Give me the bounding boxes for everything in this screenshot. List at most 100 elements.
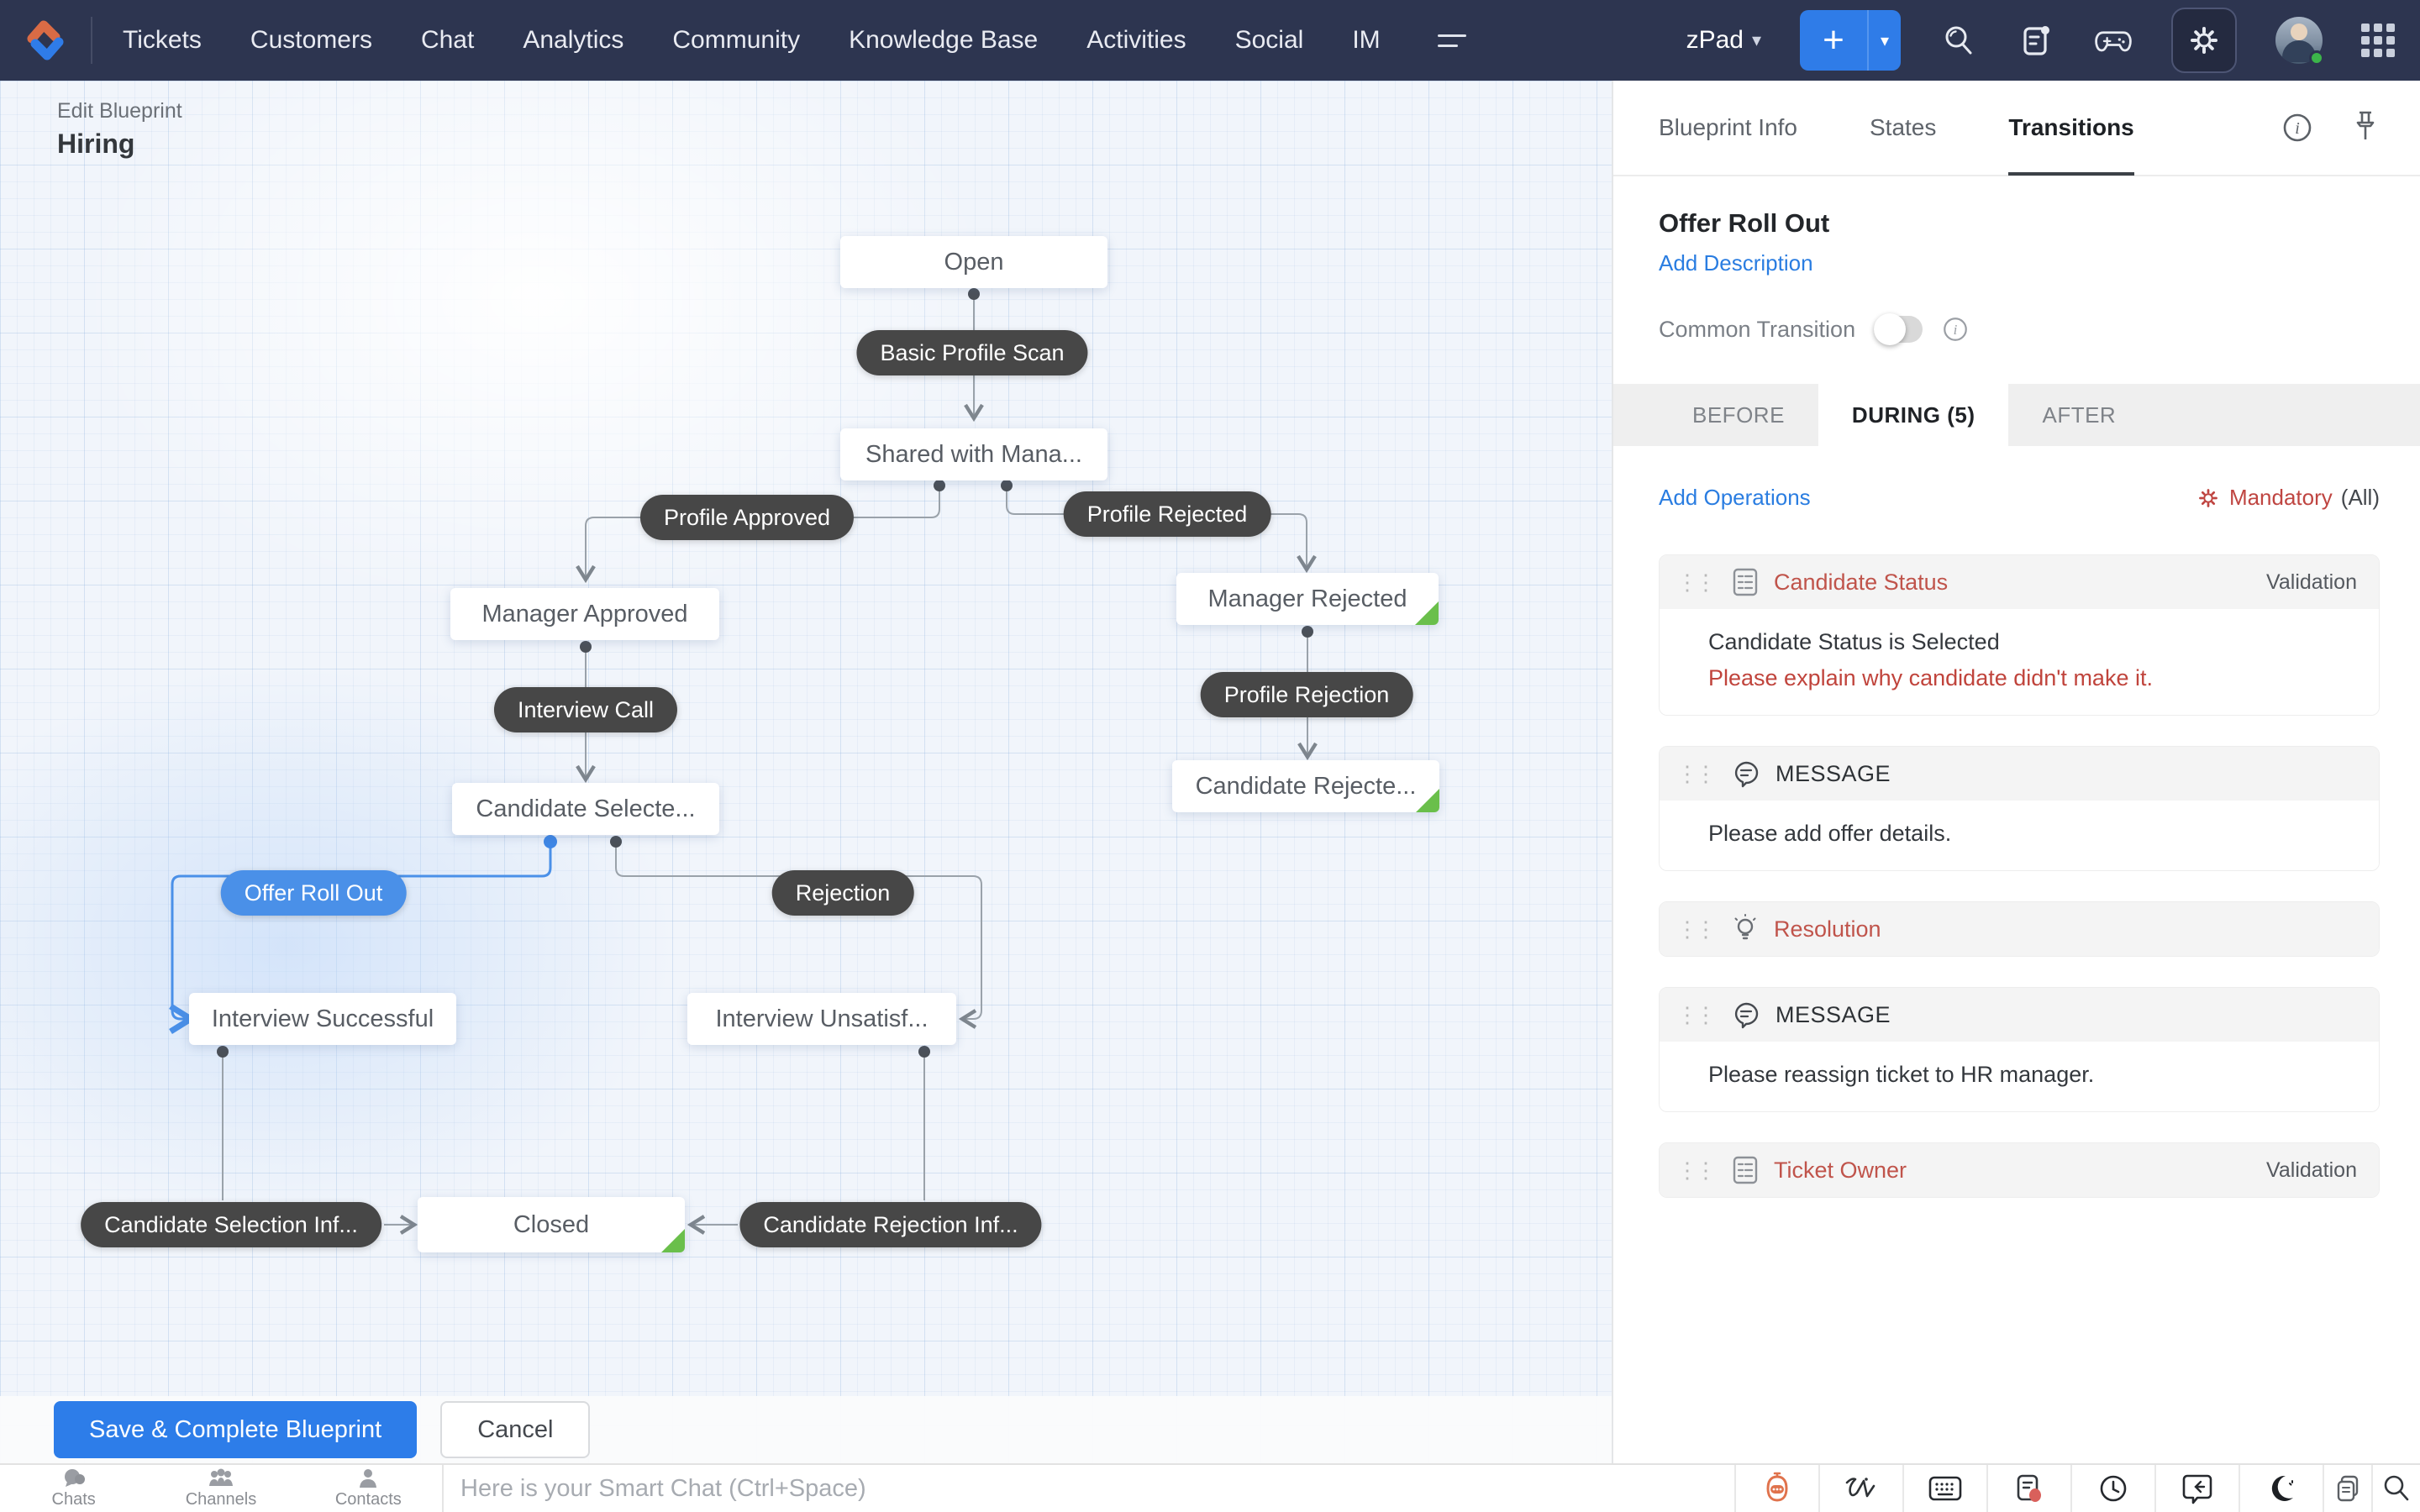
transition-offer-roll-out-selected[interactable]: Offer Roll Out [220,870,407,916]
operation-condition: Candidate Status is Selected [1708,629,2000,654]
nav-right-cluster: zPad ▾ + ▾ [1686,8,2420,73]
common-transition-label: Common Transition [1659,316,1856,342]
nav-item-tickets[interactable]: Tickets [123,26,202,55]
bottom-search-button[interactable] [2371,1465,2420,1512]
more-menu-icon[interactable] [1437,34,1466,47]
operation-card-message-1[interactable]: ⋮⋮ MESSAGE Please add offer details. [1659,746,2380,871]
copy-docs-button[interactable] [2323,1465,2371,1512]
common-transition-toggle[interactable] [1874,313,1923,345]
state-node-interview-unsatisfactory[interactable]: Interview Unsatisf... [687,993,956,1045]
transition-profile-rejection[interactable]: Profile Rejection [1200,672,1413,717]
state-label: Open [944,248,1004,276]
state-label: Manager Approved [481,600,688,627]
common-transition-row: Common Transition i [1659,313,2380,345]
recent-activity-button[interactable] [2070,1465,2154,1512]
svg-text:i: i [1954,322,1958,338]
operation-title[interactable]: Ticket Owner [1774,1158,1907,1184]
nav-item-analytics[interactable]: Analytics [523,26,623,55]
user-avatar[interactable] [2275,17,2324,66]
state-node-interview-successful[interactable]: Interview Successful [189,993,456,1045]
night-mode-button[interactable] [2238,1465,2323,1512]
tab-before[interactable]: BEFORE [1659,384,1818,446]
chat-back-icon [2182,1474,2212,1504]
transition-profile-rejected[interactable]: Profile Rejected [1063,491,1271,537]
state-node-open[interactable]: Open [840,236,1107,288]
plus-icon[interactable]: + [1800,10,1867,71]
info-icon[interactable]: i [1941,315,1970,344]
state-node-candidate-rejected[interactable]: Candidate Rejecte... [1172,760,1439,812]
nav-divider [91,17,92,64]
chats-button[interactable]: Chats [0,1465,147,1512]
contacts-button[interactable]: Contacts [295,1465,442,1512]
contacts-icon [360,1469,377,1488]
drag-handle-icon[interactable]: ⋮⋮ [1676,1004,1717,1026]
mandatory-gear-icon [2199,488,2217,507]
smart-chat-input[interactable]: Here is your Smart Chat (Ctrl+Space) [444,1465,1734,1512]
workspace-label: zPad [1686,26,1744,54]
drag-handle-icon[interactable]: ⋮⋮ [1676,763,1717,785]
state-node-shared-with-manager[interactable]: Shared with Mana... [840,428,1107,480]
transition-profile-approved[interactable]: Profile Approved [639,495,855,540]
pin-icon[interactable] [2351,109,2380,146]
nav-item-activities[interactable]: Activities [1086,26,1186,55]
zia-assistant-button[interactable] [1734,1465,1818,1512]
transition-rejection[interactable]: Rejection [771,870,914,916]
operation-card-candidate-status[interactable]: ⋮⋮ Candidate Status Validation Candidate… [1659,554,2380,716]
transition-summary: Offer Roll Out Add Description Common Tr… [1613,176,2420,345]
operation-card-message-2[interactable]: ⋮⋮ MESSAGE Please reassign ticket to HR … [1659,987,2380,1112]
tab-during[interactable]: DURING (5) [1818,384,2009,446]
info-icon[interactable]: i [2281,111,2314,144]
transition-basic-profile-scan[interactable]: Basic Profile Scan [856,330,1088,375]
zoho-desk-logo[interactable] [0,18,91,62]
tab-blueprint-info[interactable]: Blueprint Info [1659,80,1797,176]
nav-item-community[interactable]: Community [672,26,800,55]
tab-after[interactable]: AFTER [2008,384,2149,446]
search-icon[interactable] [1939,21,1978,60]
tab-states[interactable]: States [1870,80,1936,176]
drag-handle-icon[interactable]: ⋮⋮ [1676,1159,1717,1181]
add-operations-link[interactable]: Add Operations [1659,485,1811,511]
add-dropdown-caret[interactable]: ▾ [1867,10,1901,71]
notes-alert-icon [2017,1474,2041,1502]
nav-item-social[interactable]: Social [1235,26,1304,55]
keyboard-shortcuts-button[interactable] [1902,1465,1986,1512]
operation-title[interactable]: Resolution [1774,916,1881,942]
transition-candidate-selection-inf[interactable]: Candidate Selection Inf... [81,1202,381,1247]
nav-item-knowledge-base[interactable]: Knowledge Base [849,26,1038,55]
mandatory-label: Mandatory [2228,485,2333,510]
operation-title[interactable]: MESSAGE [1776,1002,1891,1028]
state-node-manager-rejected[interactable]: Manager Rejected [1176,573,1439,625]
add-new-button[interactable]: + ▾ [1800,10,1901,71]
transition-interview-call[interactable]: Interview Call [493,687,678,732]
tab-transitions[interactable]: Transitions [2008,80,2135,176]
nav-item-chat[interactable]: Chat [421,26,474,55]
channels-button[interactable]: Channels [147,1465,294,1512]
add-description-link[interactable]: Add Description [1659,250,1813,276]
workspace-switcher[interactable]: zPad ▾ [1686,26,1761,55]
blueprint-canvas[interactable]: Edit Blueprint Hiring Open Shared with M… [0,81,1612,1463]
operation-title[interactable]: MESSAGE [1776,761,1891,787]
operation-title[interactable]: Candidate Status [1774,570,1948,596]
mandatory-filter[interactable]: Mandatory (All) [2196,485,2380,511]
state-node-manager-approved[interactable]: Manager Approved [450,588,719,640]
state-node-closed[interactable]: Closed [418,1197,685,1252]
operation-card-resolution[interactable]: ⋮⋮ Resolution [1659,901,2380,957]
drag-handle-icon[interactable]: ⋮⋮ [1676,918,1717,940]
drag-handle-icon[interactable]: ⋮⋮ [1676,571,1717,593]
notifications-button[interactable] [1986,1465,2070,1512]
zia-script-button[interactable] [1818,1465,1902,1512]
setup-gear-button[interactable] [2171,8,2237,73]
transition-candidate-rejection-inf[interactable]: Candidate Rejection Inf... [739,1202,1042,1247]
feedback-widget-button[interactable] [2154,1465,2238,1512]
state-node-candidate-selected[interactable]: Candidate Selecte... [452,783,719,835]
nav-item-customers[interactable]: Customers [250,26,372,55]
operation-card-ticket-owner[interactable]: ⋮⋮ Ticket Owner Validation [1659,1142,2380,1198]
cancel-button[interactable]: Cancel [440,1401,591,1458]
operation-card-header: ⋮⋮ Ticket Owner Validation [1660,1143,2379,1197]
save-complete-blueprint-button[interactable]: Save & Complete Blueprint [54,1401,418,1458]
smart-chat-bar: Chats Channels Contacts Here is your Sma… [0,1463,2420,1512]
apps-grid-icon[interactable] [2361,24,2395,57]
nav-item-im[interactable]: IM [1352,26,1380,55]
games-controller-icon[interactable] [2094,21,2133,60]
feedback-notes-icon[interactable] [2017,21,2055,60]
